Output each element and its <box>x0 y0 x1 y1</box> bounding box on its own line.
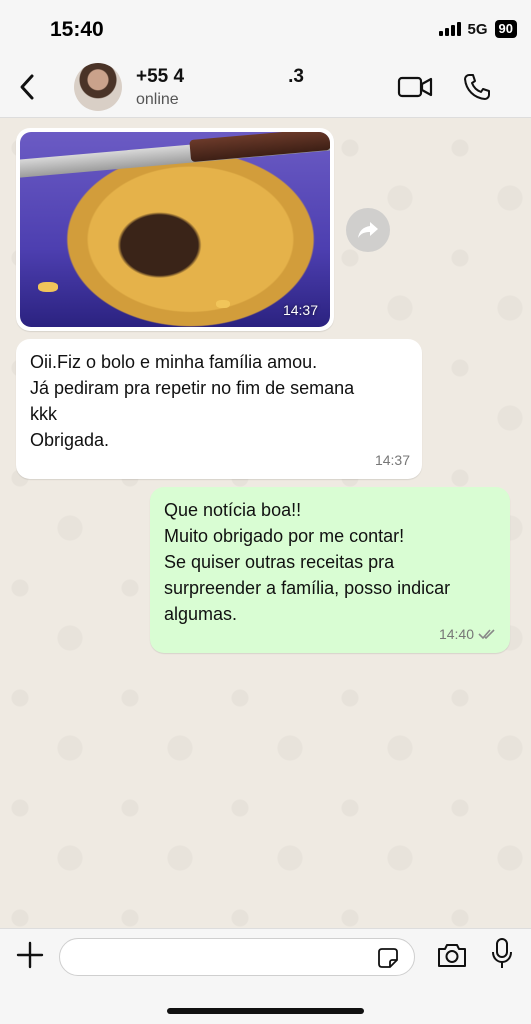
message-line: kkk <box>30 404 57 424</box>
battery-icon: 90 <box>494 20 517 38</box>
message-time: 14:37 <box>374 452 410 468</box>
outgoing-message[interactable]: Que notícia boa!! Muito obrigado por me … <box>150 487 510 653</box>
network-label: 5G <box>467 20 488 38</box>
contact-name[interactable]: +55 4 .3 <box>136 66 304 88</box>
phone-icon[interactable] <box>462 72 492 102</box>
avatar[interactable] <box>74 63 122 111</box>
contact-name-prefix: +55 4 <box>136 66 185 87</box>
home-indicator <box>167 1008 364 1014</box>
message-time: 14:40 <box>438 626 474 642</box>
double-check-icon <box>478 629 495 640</box>
status-indicators: 5G 90 <box>438 20 517 38</box>
forward-button[interactable] <box>346 208 390 252</box>
composer-bar <box>0 928 531 1024</box>
message-time: 14:37 <box>282 302 318 318</box>
knife-handle <box>189 132 330 163</box>
camera-icon[interactable] <box>436 941 468 969</box>
plus-icon[interactable] <box>14 939 46 971</box>
video-call-icon[interactable] <box>397 74 433 100</box>
message-line: Oii.Fiz o bolo e minha família amou. <box>30 352 318 372</box>
chat-header: +55 4 .3 online <box>0 58 531 118</box>
sticker-icon[interactable] <box>376 946 400 970</box>
contact-name-suffix: .3 <box>288 66 304 87</box>
message-meta: 14:40 <box>439 621 498 647</box>
image-message[interactable]: 14:37 <box>16 128 334 331</box>
mic-icon[interactable] <box>490 937 514 971</box>
message-line: Que notícia boa!! <box>164 500 302 520</box>
back-icon[interactable] <box>16 72 40 102</box>
cake-photo[interactable]: 14:37 <box>20 132 330 327</box>
signal-icon <box>438 22 461 36</box>
cake-crumb <box>38 282 58 292</box>
message-line: surpreender a família, posso indicar <box>164 578 451 598</box>
status-bar: 15:40 5G 90 <box>0 0 531 58</box>
message-line: Obrigada. <box>30 430 110 450</box>
cake-crumb <box>216 300 230 308</box>
status-time: 15:40 <box>50 18 104 41</box>
contact-status: online <box>136 91 179 108</box>
incoming-message[interactable]: Oii.Fiz o bolo e minha família amou. Já … <box>16 339 422 479</box>
message-line: Muito obrigado por me contar! <box>164 526 405 546</box>
message-line: Já pediram pra repetir no fim de semana <box>30 378 355 398</box>
message-input[interactable] <box>59 938 415 976</box>
forward-icon <box>358 222 378 238</box>
message-line: Se quiser outras receitas pra <box>164 552 395 572</box>
